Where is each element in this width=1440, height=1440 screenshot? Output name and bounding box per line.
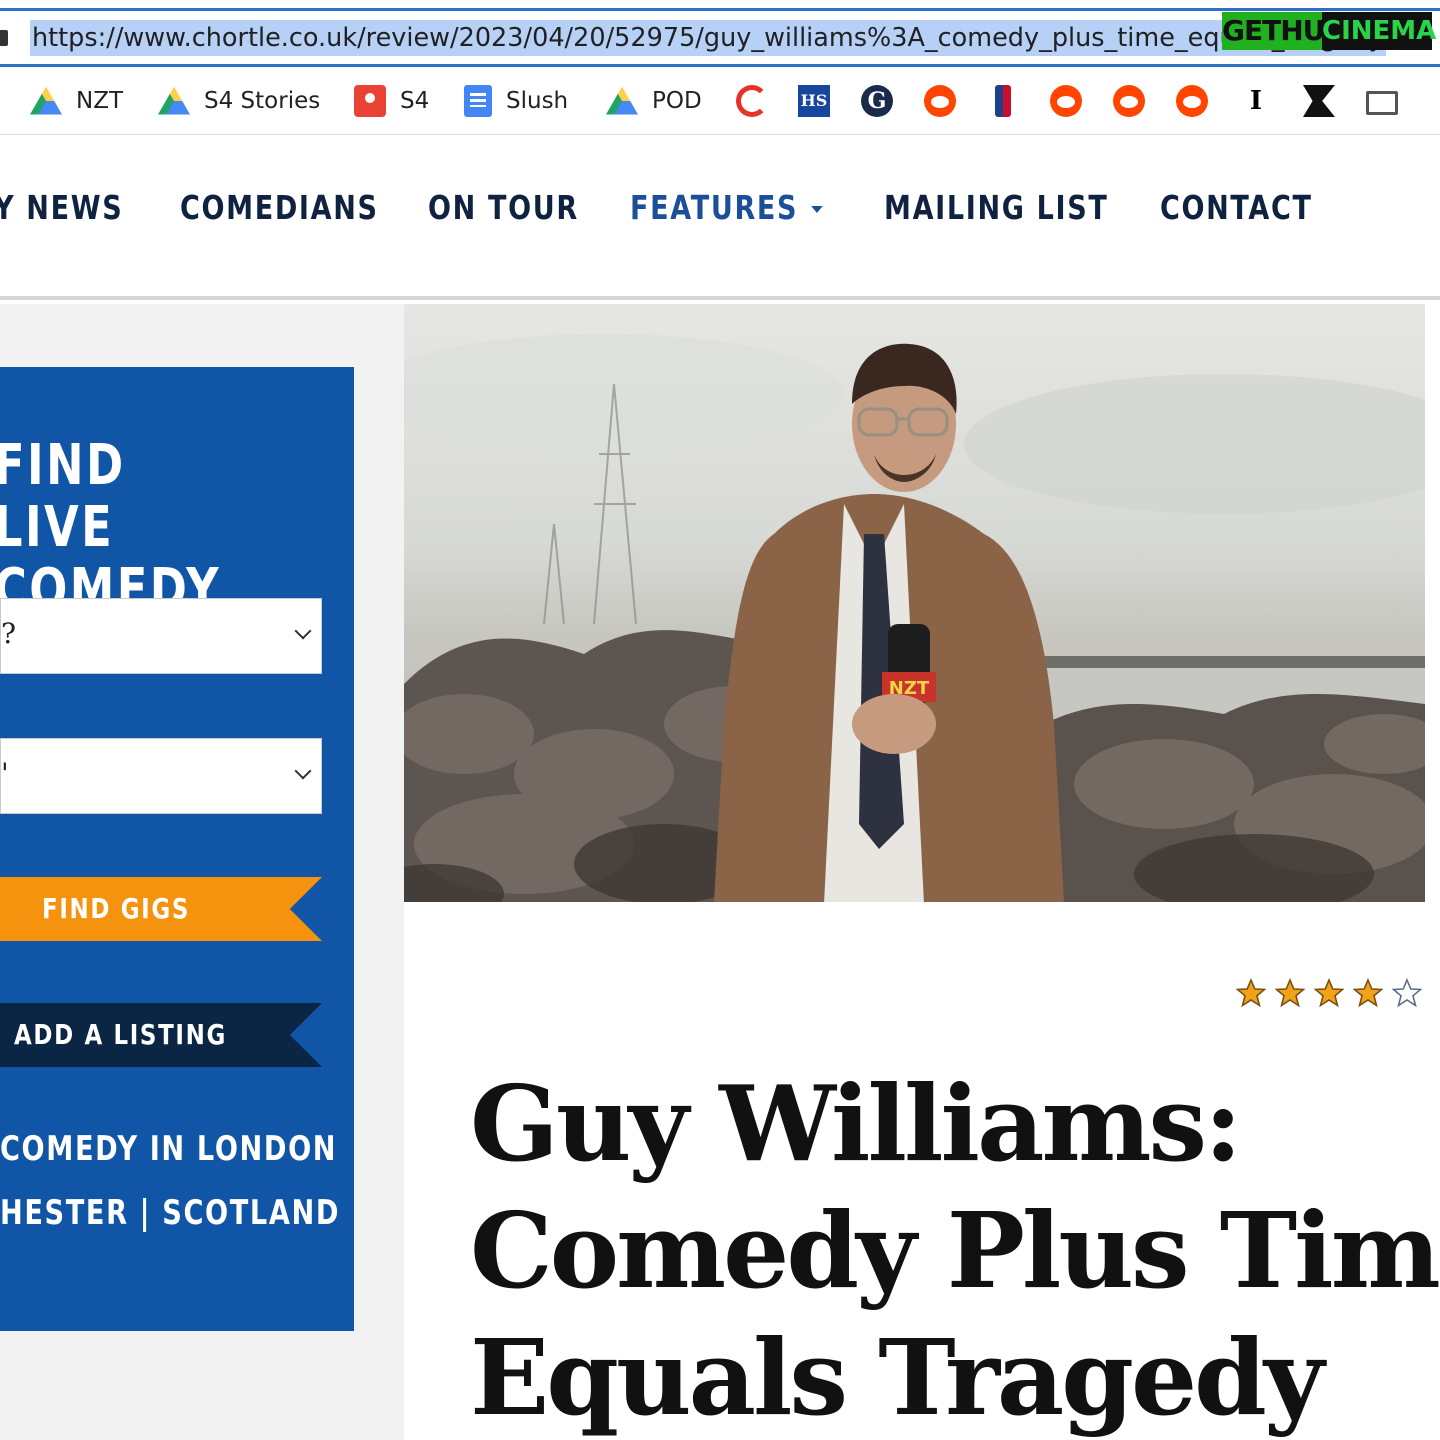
guardian-g-icon: G	[861, 85, 893, 117]
bookmark-label: POD	[652, 88, 702, 114]
find-gigs-button[interactable]: FIND GIGS	[0, 877, 322, 941]
nav-on-tour[interactable]: ON TOUR	[428, 188, 579, 227]
bookmark-guardian[interactable]: G	[861, 83, 893, 119]
url-text[interactable]: https://www.chortle.co.uk/review/2023/04…	[30, 20, 1386, 56]
address-bar[interactable]: https://www.chortle.co.uk/review/2023/04…	[0, 0, 1440, 70]
bookmark-label: S4	[400, 88, 430, 114]
headline-line-2: Comedy Plus Time	[470, 1189, 1440, 1312]
bookmark-hs[interactable]: HS	[798, 83, 830, 119]
watermark-logo: GETHU CINEMA	[1222, 8, 1436, 56]
bookmark-label: S4 Stories	[204, 88, 321, 114]
chevron-down-icon	[294, 762, 312, 780]
watermark-part-2: CINEMA	[1322, 12, 1436, 50]
google-docs-icon	[464, 85, 492, 117]
add-listing-label: ADD A LISTING	[14, 1018, 227, 1051]
location-select[interactable]: ?	[0, 598, 322, 674]
reddit-icon	[1113, 85, 1145, 117]
bookmark-slush[interactable]: Slush	[464, 83, 568, 119]
article-headline: Guy Williams: Comedy Plus Time Equals Tr…	[470, 1060, 1440, 1440]
panel-title-line-1: FIND LIVE	[0, 433, 126, 560]
red-c-icon	[736, 85, 768, 117]
bookmark-label: NZT	[76, 88, 124, 114]
star-filled-icon	[1275, 978, 1305, 1008]
review-photo: NZT	[404, 304, 1425, 902]
bookmark-reddit-2[interactable]	[1050, 83, 1082, 119]
panel-title: FIND LIVE COMEDY	[0, 435, 258, 621]
headline-line-3: Equals Tragedy	[470, 1316, 1324, 1439]
nav-features[interactable]: FEATURES	[630, 188, 823, 227]
bookmark-reddit-1[interactable]	[924, 83, 956, 119]
reddit-icon	[924, 85, 956, 117]
lock-icon[interactable]	[0, 30, 8, 46]
headline-line-1: Guy Williams:	[470, 1062, 1242, 1185]
bookmark-nba[interactable]	[987, 83, 1019, 119]
region-links[interactable]: HESTER | SCOTLAND	[0, 1193, 340, 1233]
reddit-icon	[1050, 85, 1082, 117]
bookmark-reddit-4[interactable]	[1176, 83, 1208, 119]
nav-news[interactable]: Y NEWS	[0, 188, 123, 227]
nav-mailing-list[interactable]: MAILING LIST	[884, 188, 1108, 227]
google-drive-icon	[158, 86, 190, 115]
nav-features-label: FEATURES	[630, 188, 799, 227]
nav-contact[interactable]: CONTACT	[1160, 188, 1313, 227]
caret-down-icon	[811, 206, 823, 213]
google-drive-icon	[30, 86, 62, 115]
google-drive-icon	[606, 86, 638, 115]
i-icon: I	[1249, 86, 1263, 116]
site-nav: Y NEWS COMEDIANS ON TOUR FEATURES MAILIN…	[0, 136, 1440, 300]
reddit-icon	[1176, 85, 1208, 117]
star-empty-icon	[1392, 978, 1422, 1008]
bookmark-arrow[interactable]	[1303, 83, 1335, 119]
bookmark-pod[interactable]: POD	[606, 83, 702, 119]
bookmark-reddit-3[interactable]	[1113, 83, 1145, 119]
date-select[interactable]: '	[0, 738, 322, 814]
add-listing-button[interactable]: ADD A LISTING	[0, 1003, 322, 1067]
comedy-in-london-link[interactable]: COMEDY IN LONDON	[0, 1129, 337, 1169]
watermark-part-1: GETHU	[1222, 12, 1325, 50]
google-maps-icon	[354, 85, 386, 117]
select-value: '	[1, 757, 9, 790]
bookmark-folder[interactable]	[1366, 83, 1398, 119]
arrow-logo-icon	[1303, 85, 1335, 117]
hs-icon: HS	[798, 85, 830, 117]
bookmark-s4-stories[interactable]: S4 Stories	[158, 83, 320, 119]
bookmark-nzt[interactable]: NZT	[30, 83, 123, 119]
nav-comedians[interactable]: COMEDIANS	[180, 188, 379, 227]
bookmark-label: Slush	[506, 88, 569, 114]
bookmark-red-c[interactable]	[736, 83, 768, 119]
bookmark-s4[interactable]: S4	[354, 83, 429, 119]
rating-stars	[1236, 978, 1422, 1008]
star-filled-icon	[1236, 978, 1266, 1008]
bookmarks-bar: NZT S4 Stories S4 Slush POD HS G I	[0, 67, 1440, 135]
star-filled-icon	[1353, 978, 1383, 1008]
nba-icon	[995, 85, 1011, 117]
bookmark-i[interactable]: I	[1240, 83, 1272, 119]
find-live-comedy-panel: FIND LIVE COMEDY ? ' FIND GIGS ADD A LIS…	[0, 367, 354, 1331]
chevron-down-icon	[294, 622, 312, 640]
star-filled-icon	[1314, 978, 1344, 1008]
select-value: ?	[1, 617, 17, 650]
find-gigs-label: FIND GIGS	[42, 892, 191, 925]
folder-icon	[1366, 91, 1398, 115]
